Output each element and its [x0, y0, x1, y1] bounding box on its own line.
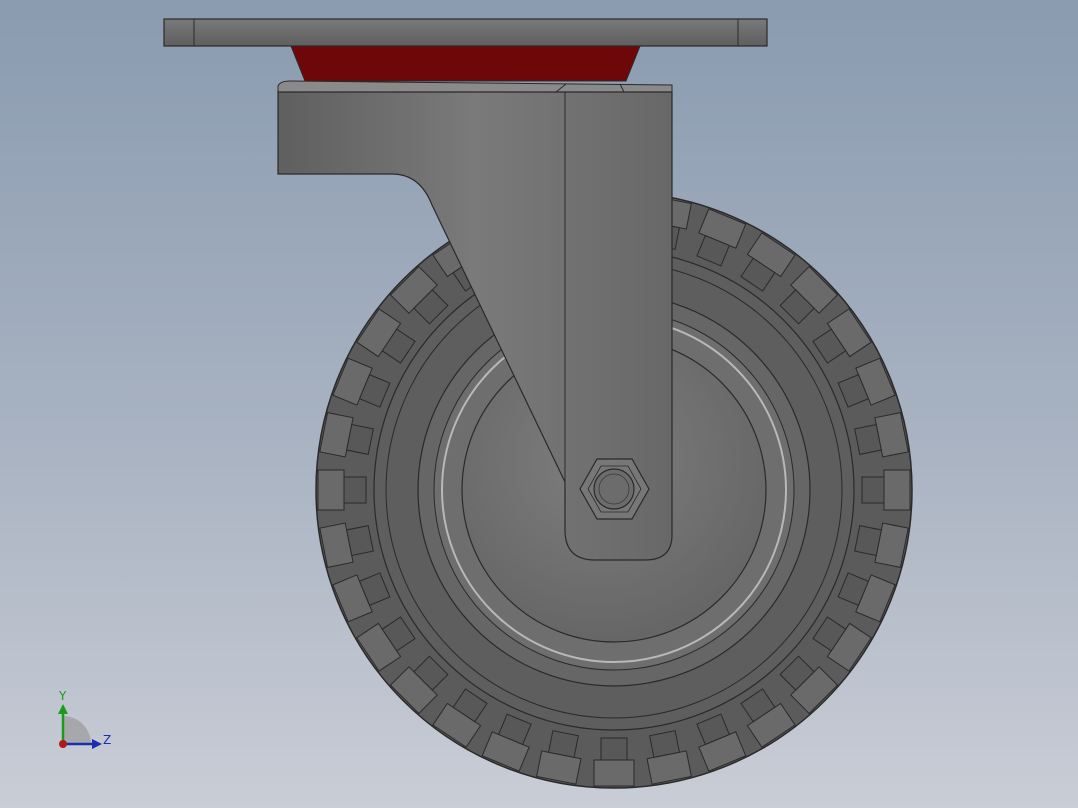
- coordinate-triad: Y Z: [58, 689, 111, 749]
- top-plate[interactable]: [163, 18, 768, 47]
- caster-model-view[interactable]: Y Z: [0, 0, 1078, 808]
- graphics-viewport[interactable]: Y Z: [0, 0, 1078, 808]
- y-axis-label: Y: [58, 689, 67, 703]
- swivel-bearing[interactable]: [290, 45, 641, 82]
- z-axis-label: Z: [103, 733, 111, 747]
